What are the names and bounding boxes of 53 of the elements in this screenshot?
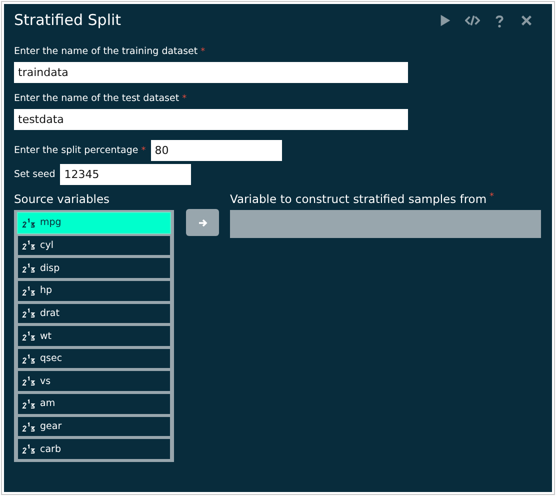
field-label: Set seed [14,169,56,180]
numeric-icon [22,240,36,250]
variable-item[interactable]: hp [17,280,171,302]
run-icon[interactable] [438,12,453,28]
variable-item[interactable]: drat [17,302,171,324]
variable-item[interactable]: wt [17,325,171,347]
text-field[interactable]: 12345 [60,164,192,185]
numeric-icon [22,354,36,364]
variable-item[interactable]: gear [17,416,171,438]
required-mark: * [490,192,494,204]
field-label: Enter the split percentage [14,145,138,156]
field-label: Enter the name of the test dataset [14,93,180,104]
required-mark: * [141,146,146,156]
numeric-icon [22,422,36,432]
variable-label: drat [40,308,60,319]
variable-label: cyl [40,240,54,251]
numeric-icon [22,331,36,342]
code-icon[interactable] [465,12,480,28]
numeric-icon [22,218,36,228]
variable-item[interactable]: qsec [17,348,171,370]
text-field[interactable]: traindata [14,62,408,83]
section-title: Source variables [14,192,111,206]
field-label: Enter the name of the training dataset [14,46,198,57]
numeric-icon [22,308,36,318]
variable-label: vs [40,376,51,387]
numeric-icon [22,263,36,274]
variable-item[interactable]: disp [17,257,171,279]
variable-item[interactable]: am [17,393,171,415]
variable-label: disp [40,262,60,274]
variable-label: gear [40,421,62,432]
numeric-icon [22,376,36,386]
text-field[interactable]: 80 [150,140,282,161]
dialog-title: Stratified Split [14,11,122,29]
variable-item[interactable]: vs [17,370,171,392]
text-field[interactable]: testdata [14,109,408,130]
required-mark: * [182,94,187,104]
variable-label: mpg [40,217,62,228]
variable-item[interactable]: mpg [17,212,171,234]
variable-item[interactable]: carb [17,438,171,460]
variable-item[interactable]: cyl [17,234,171,256]
numeric-icon [22,444,36,454]
arrow-icon [198,218,208,228]
section-title: Variable to construct stratified samples from [230,192,487,206]
required-mark: * [200,47,206,57]
target-field[interactable] [230,210,541,238]
variable-label: wt [40,330,52,342]
numeric-icon [22,286,36,296]
variable-label: qsec [40,353,62,364]
variable-label: hp [40,285,52,296]
close-icon[interactable] [519,12,534,28]
variable-label: carb [40,444,61,455]
variable-label: am [40,398,56,410]
numeric-icon [22,398,36,409]
